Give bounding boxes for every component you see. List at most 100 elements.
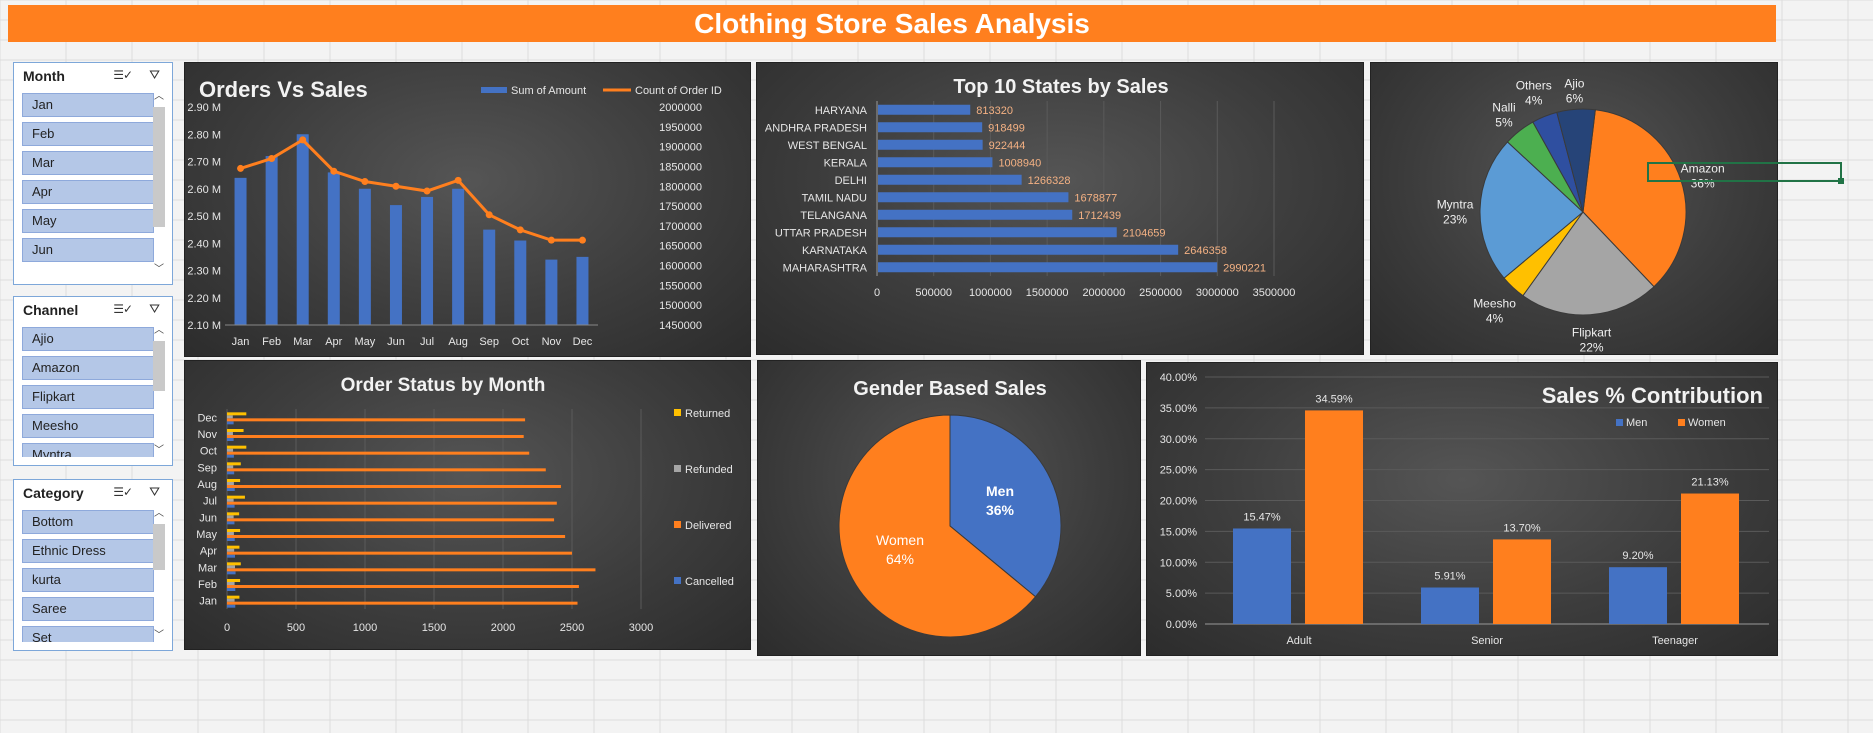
y-tick-label: Jan xyxy=(199,596,217,608)
slicer-scrollbar[interactable]: ︿ ﹀ xyxy=(152,91,166,276)
x-tick-label: Feb xyxy=(262,336,281,348)
slice-value: 4% xyxy=(1525,94,1543,108)
slicer-item-jan[interactable]: Jan xyxy=(22,93,154,117)
bar-refunded xyxy=(227,498,234,502)
bar-delivered xyxy=(227,551,572,555)
bar-cancelled xyxy=(227,471,235,475)
line-point xyxy=(237,164,245,172)
scrollbar-thumb[interactable] xyxy=(153,107,165,227)
slicer-item-amazon[interactable]: Amazon xyxy=(22,356,154,380)
top-states-chart[interactable]: Top 10 States by Sales 0 500000 1000000 1500… xyxy=(756,62,1364,355)
x-tick-label: 0 xyxy=(224,622,230,634)
bar-delivered xyxy=(227,418,526,422)
chart-title: Sales % Contribution xyxy=(1542,383,1763,408)
slice-label: Ajio xyxy=(1564,76,1584,90)
chart-title: Top 10 States by Sales xyxy=(953,76,1168,98)
slicer-item-feb[interactable]: Feb xyxy=(22,122,154,146)
y-tick-label: 2.20 M xyxy=(187,293,221,305)
x-tick-label: Jul xyxy=(420,336,434,348)
bar-delivered xyxy=(227,451,530,455)
slicer-item-ajio[interactable]: Ajio xyxy=(22,327,154,351)
y2-tick-label: 1450000 xyxy=(659,320,702,332)
legend-swatch-amount xyxy=(481,87,507,93)
fill-handle[interactable] xyxy=(1838,178,1844,184)
slicer-item-may[interactable]: May xyxy=(22,209,154,233)
channel-slicer[interactable]: Channel ☰✓ ⛛ Ajio Amazon Flipkart Meesho… xyxy=(13,296,173,466)
bar-sum-of-amount xyxy=(545,259,558,325)
slicer-item-flipkart[interactable]: Flipkart xyxy=(22,385,154,409)
selected-cell[interactable] xyxy=(1647,162,1842,182)
slicer-item-saree[interactable]: Saree xyxy=(22,597,154,621)
bar-men xyxy=(1233,528,1291,624)
data-label: 13.70% xyxy=(1503,522,1541,534)
clear-filter-icon[interactable]: ⛛ xyxy=(149,67,160,83)
sales-contribution-chart[interactable]: Sales % Contribution 40.00% 35.00% 30.00% 25… xyxy=(1146,362,1778,656)
y-tick-label: 2.50 M xyxy=(187,211,221,223)
bar-cancelled xyxy=(227,604,236,608)
slicer-item-myntra[interactable]: Myntra xyxy=(22,443,154,457)
data-label: 2990221 xyxy=(1223,262,1266,274)
slicer-item-set[interactable]: Set xyxy=(22,626,154,642)
bar-state-sales xyxy=(878,244,1179,255)
category-slicer[interactable]: Category ☰✓ ⛛ Bottom Ethnic Dress kurta … xyxy=(13,479,173,651)
line-point xyxy=(268,155,276,163)
chevron-down-icon[interactable]: ﹀ xyxy=(152,630,166,642)
clear-filter-icon[interactable]: ⛛ xyxy=(149,301,160,317)
month-slicer[interactable]: Month ☰✓ ⛛ Jan Feb Mar Apr May Jun ︿ ﹀ xyxy=(13,62,173,285)
slicer-item-bottom[interactable]: Bottom xyxy=(22,510,154,534)
bar-returned xyxy=(227,562,241,566)
y2-tick-label: 1650000 xyxy=(659,241,702,253)
bar-sum-of-amount xyxy=(514,240,527,325)
legend-label: Refunded xyxy=(685,464,733,476)
chevron-up-icon[interactable]: ︿ xyxy=(152,325,166,337)
slicer-item-ethnic-dress[interactable]: Ethnic Dress xyxy=(22,539,154,563)
bar-state-sales xyxy=(878,157,993,168)
order-status-chart[interactable]: Order Status by Month 0 500 1000 1500 2000 250… xyxy=(184,360,751,650)
data-label: 9.20% xyxy=(1622,550,1653,562)
slicer-scrollbar[interactable]: ︿ ﹀ xyxy=(152,508,166,642)
data-label: 15.47% xyxy=(1243,511,1281,523)
orders-vs-sales-chart[interactable]: Orders Vs Sales Sum of Amount Count of Ord… xyxy=(184,62,751,357)
bar-men xyxy=(1421,587,1479,624)
y-tick-label: WEST BENGAL xyxy=(788,140,867,152)
y-tick-label: May xyxy=(196,529,217,541)
x-tick-label: 2500 xyxy=(560,622,584,634)
multi-select-icon[interactable]: ☰✓ xyxy=(113,485,133,499)
chevron-down-icon[interactable]: ﹀ xyxy=(152,264,166,276)
bar-delivered xyxy=(227,535,566,538)
y-tick-label: Sep xyxy=(197,462,217,474)
slicer-item-kurta[interactable]: kurta xyxy=(22,568,154,592)
bar-refunded xyxy=(227,482,234,485)
slicer-scrollbar[interactable]: ︿ ﹀ xyxy=(152,325,166,457)
scrollbar-thumb[interactable] xyxy=(153,341,165,391)
slicer-item-jun[interactable]: Jun xyxy=(22,238,154,262)
bar-delivered xyxy=(227,435,524,438)
x-tick-label: Oct xyxy=(512,336,529,348)
y-tick-label: 20.00% xyxy=(1160,496,1198,508)
x-tick-label: May xyxy=(354,336,375,348)
legend-swatch-women xyxy=(1678,419,1685,426)
x-tick-label: Aug xyxy=(448,336,468,348)
multi-select-icon[interactable]: ☰✓ xyxy=(113,68,133,82)
x-tick-label: 1000 xyxy=(353,622,377,634)
data-label: 2646358 xyxy=(1184,245,1227,257)
data-label: 2104659 xyxy=(1123,227,1166,239)
clear-filter-icon[interactable]: ⛛ xyxy=(149,484,160,500)
slicer-item-mar[interactable]: Mar xyxy=(22,151,154,175)
channel-share-chart[interactable]: Amazon 36% Flipkart 22% Meesho 4% Myntra 23% Nal… xyxy=(1370,62,1778,355)
line-count-of-order-id xyxy=(240,138,583,242)
multi-select-icon[interactable]: ☰✓ xyxy=(113,302,133,316)
chevron-down-icon[interactable]: ﹀ xyxy=(152,445,166,457)
data-label: 5.91% xyxy=(1434,571,1465,583)
chevron-up-icon[interactable]: ︿ xyxy=(152,508,166,520)
slice-value: 5% xyxy=(1495,115,1513,129)
chevron-up-icon[interactable]: ︿ xyxy=(152,91,166,103)
gender-sales-chart[interactable]: Gender Based Sales Men 36% Women 64% xyxy=(757,360,1141,656)
slicer-item-apr[interactable]: Apr xyxy=(22,180,154,204)
slicer-item-meesho[interactable]: Meesho xyxy=(22,414,154,438)
scrollbar-thumb[interactable] xyxy=(153,524,165,570)
y-tick-label: HARYANA xyxy=(815,105,868,117)
slicer-title: Channel xyxy=(23,302,79,318)
x-tick-label: 1500000 xyxy=(1026,287,1069,299)
y-tick-label: Oct xyxy=(200,446,217,458)
